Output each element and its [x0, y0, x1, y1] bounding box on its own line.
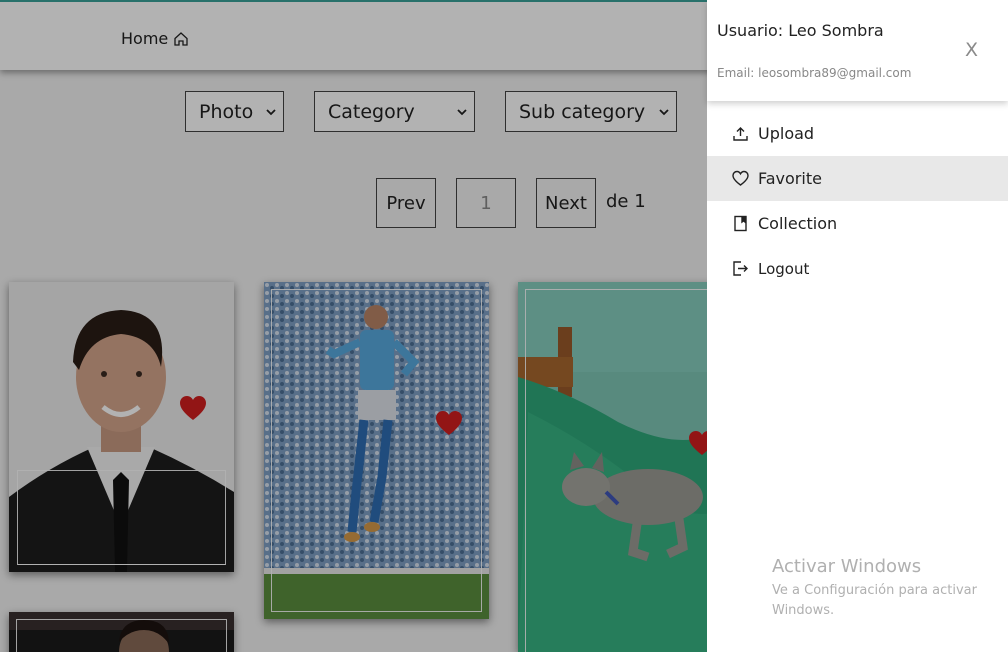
menu-item-label: Upload	[758, 124, 815, 143]
menu-item-logout[interactable]: Logout	[707, 246, 1008, 291]
menu-item-label: Favorite	[758, 169, 822, 188]
menu-item-upload[interactable]: Upload	[707, 111, 1008, 156]
book-icon	[734, 215, 747, 232]
modal-backdrop[interactable]	[0, 0, 707, 652]
user-drawer: Usuario: Leo Sombra Email: leosombra89@g…	[707, 0, 1008, 652]
menu-item-label: Collection	[758, 214, 838, 233]
windows-activation-title: Activar Windows	[772, 556, 922, 577]
user-email-label: Email: leosombra89@gmail.com	[717, 66, 912, 80]
close-drawer-button[interactable]: X	[965, 39, 978, 61]
menu-item-favorite[interactable]: Favorite	[707, 156, 1008, 201]
heart-icon	[732, 170, 749, 186]
drawer-header: Usuario: Leo Sombra Email: leosombra89@g…	[707, 0, 1008, 101]
logout-icon	[733, 261, 748, 276]
menu-item-collection[interactable]: Collection	[707, 201, 1008, 246]
upload-icon	[733, 127, 748, 141]
user-name-label: Usuario: Leo Sombra	[717, 21, 884, 40]
windows-activation-subtitle: Ve a Configuración para activar Windows.	[772, 583, 977, 618]
menu-item-label: Logout	[758, 259, 810, 278]
